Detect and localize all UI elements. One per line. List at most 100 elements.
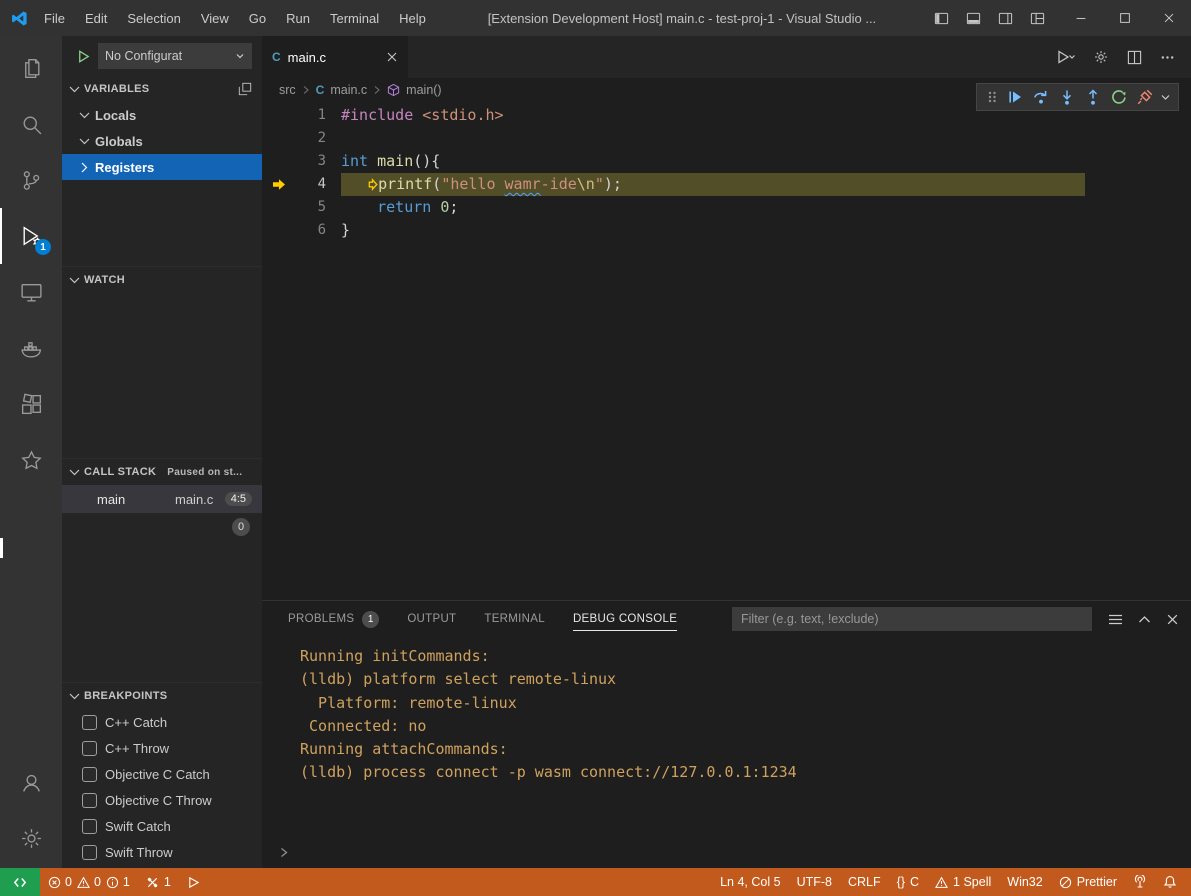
breakpoint-item[interactable]: Swift Throw: [62, 839, 262, 865]
breakpoint-checkbox[interactable]: [82, 767, 97, 782]
spell-checker-status[interactable]: 1 Spell: [927, 868, 999, 896]
breakpoint-item[interactable]: Objective C Catch: [62, 761, 262, 787]
menu-go[interactable]: Go: [239, 0, 276, 36]
activity-item-account[interactable]: [0, 754, 62, 810]
code-text[interactable]: return 0;: [326, 196, 458, 219]
breakpoint-item[interactable]: C++ Catch: [62, 709, 262, 735]
maximize-button[interactable]: [1103, 0, 1147, 36]
language-mode[interactable]: {} C: [889, 868, 927, 896]
chevron-down-icon[interactable]: [1158, 94, 1173, 101]
problems-summary[interactable]: 0 0 1: [40, 868, 138, 896]
platform-indicator[interactable]: Win32: [999, 868, 1050, 896]
toolchain-indicator[interactable]: 1: [138, 868, 179, 896]
menu-terminal[interactable]: Terminal: [320, 0, 389, 36]
variables-item-locals[interactable]: Locals: [62, 102, 262, 128]
cursor-position[interactable]: Ln 4, Col 5: [712, 868, 788, 896]
activity-item-docker[interactable]: [0, 320, 62, 376]
variables-header[interactable]: VARIABLES: [62, 76, 262, 102]
disconnect-button[interactable]: [1132, 84, 1158, 110]
breakpoint-gutter[interactable]: [262, 219, 290, 242]
breakpoint-checkbox[interactable]: [82, 845, 97, 860]
close-tab-icon[interactable]: [386, 51, 398, 63]
restart-button[interactable]: [1106, 84, 1132, 110]
tab-output[interactable]: OUTPUT: [407, 601, 456, 637]
breakpoint-gutter[interactable]: [262, 196, 290, 219]
tab-terminal[interactable]: TERMINAL: [484, 601, 545, 637]
close-panel-icon[interactable]: [1166, 613, 1179, 626]
code-text[interactable]: printf("hello wamr-ide\n");: [326, 173, 622, 196]
breakpoints-header[interactable]: BREAKPOINTS: [62, 683, 262, 709]
variables-item-registers[interactable]: Registers: [62, 154, 262, 180]
console-filter-input[interactable]: [732, 607, 1092, 631]
call-stack-header[interactable]: CALL STACK Paused on st...: [62, 459, 262, 485]
code-line[interactable]: 3int main(){: [262, 150, 1191, 173]
breadcrumb-folder[interactable]: src: [279, 83, 296, 97]
toggle-primary-sidebar-icon[interactable]: [934, 11, 949, 26]
code-text[interactable]: }: [326, 219, 350, 242]
customize-layout-icon[interactable]: [1030, 11, 1045, 26]
activity-item-explorer[interactable]: [0, 40, 62, 96]
code-editor[interactable]: 1#include <stdio.h>23int main(){4 printf…: [262, 102, 1191, 600]
variables-item-globals[interactable]: Globals: [62, 128, 262, 154]
toggle-panel-icon[interactable]: [966, 11, 981, 26]
breakpoint-gutter[interactable]: [262, 150, 290, 173]
breakpoint-item[interactable]: Objective C Throw: [62, 787, 262, 813]
code-line[interactable]: 6}: [262, 219, 1191, 242]
code-line[interactable]: 4 printf("hello wamr-ide\n");: [262, 173, 1191, 196]
start-debugging-icon[interactable]: [76, 49, 91, 64]
breakpoint-checkbox[interactable]: [82, 741, 97, 756]
breadcrumb-symbol[interactable]: main(): [406, 83, 441, 97]
activity-item-search[interactable]: [0, 96, 62, 152]
debug-console-output[interactable]: Running initCommands:(lldb) platform sel…: [262, 637, 1191, 868]
menu-run[interactable]: Run: [276, 0, 320, 36]
activity-item-source-control[interactable]: [0, 152, 62, 208]
breakpoint-item[interactable]: C++ Throw: [62, 735, 262, 761]
formatter-status[interactable]: Prettier: [1051, 868, 1125, 896]
activity-item-remote-explorer[interactable]: [0, 264, 62, 320]
continue-button[interactable]: [1002, 84, 1028, 110]
step-into-button[interactable]: [1054, 84, 1080, 110]
debug-status[interactable]: [179, 868, 208, 896]
tab-problems[interactable]: PROBLEMS 1: [288, 601, 379, 637]
menu-file[interactable]: File: [34, 0, 75, 36]
menu-help[interactable]: Help: [389, 0, 436, 36]
filter-lines-icon[interactable]: [1108, 613, 1123, 626]
step-out-button[interactable]: [1080, 84, 1106, 110]
toggle-secondary-sidebar-icon[interactable]: [998, 11, 1013, 26]
tab-main-c[interactable]: C main.c: [262, 36, 408, 78]
breakpoint-checkbox[interactable]: [82, 715, 97, 730]
debug-current-line-icon[interactable]: [262, 173, 290, 196]
close-window-button[interactable]: [1147, 0, 1191, 36]
more-actions-icon[interactable]: [1160, 50, 1175, 65]
menu-edit[interactable]: Edit: [75, 0, 117, 36]
run-icon[interactable]: [1056, 49, 1075, 65]
remote-tunnel-status[interactable]: [1125, 868, 1155, 896]
breakpoint-checkbox[interactable]: [82, 793, 97, 808]
activity-item-settings[interactable]: [0, 810, 62, 866]
console-input-chevron-icon[interactable]: [279, 846, 289, 859]
menu-selection[interactable]: Selection: [117, 0, 190, 36]
stack-frame-row[interactable]: main main.c 4:5: [62, 485, 262, 513]
watch-header[interactable]: WATCH: [62, 267, 262, 293]
activity-item-bookmarks[interactable]: [0, 432, 62, 488]
breadcrumb-file[interactable]: main.c: [330, 83, 367, 97]
toolbar-grip-icon[interactable]: [982, 89, 1002, 105]
breakpoint-gutter[interactable]: [262, 104, 290, 127]
eol-indicator[interactable]: CRLF: [840, 868, 889, 896]
notifications-bell[interactable]: [1155, 868, 1185, 896]
settings-icon[interactable]: [1093, 49, 1109, 65]
step-over-button[interactable]: [1028, 84, 1054, 110]
menu-view[interactable]: View: [191, 0, 239, 36]
breakpoint-item[interactable]: Swift Catch: [62, 813, 262, 839]
tab-debug-console[interactable]: DEBUG CONSOLE: [573, 601, 677, 637]
collapse-all-icon[interactable]: [238, 82, 252, 96]
code-text[interactable]: #include <stdio.h>: [326, 104, 504, 127]
split-editor-icon[interactable]: [1127, 50, 1142, 65]
code-text[interactable]: int main(){: [326, 150, 440, 173]
maximize-panel-icon[interactable]: [1138, 615, 1151, 624]
activity-item-run-and-debug[interactable]: 1: [0, 208, 62, 264]
breakpoint-gutter[interactable]: [262, 127, 290, 150]
code-line[interactable]: 5 return 0;: [262, 196, 1191, 219]
minimize-button[interactable]: [1059, 0, 1103, 36]
code-line[interactable]: 2: [262, 127, 1191, 150]
